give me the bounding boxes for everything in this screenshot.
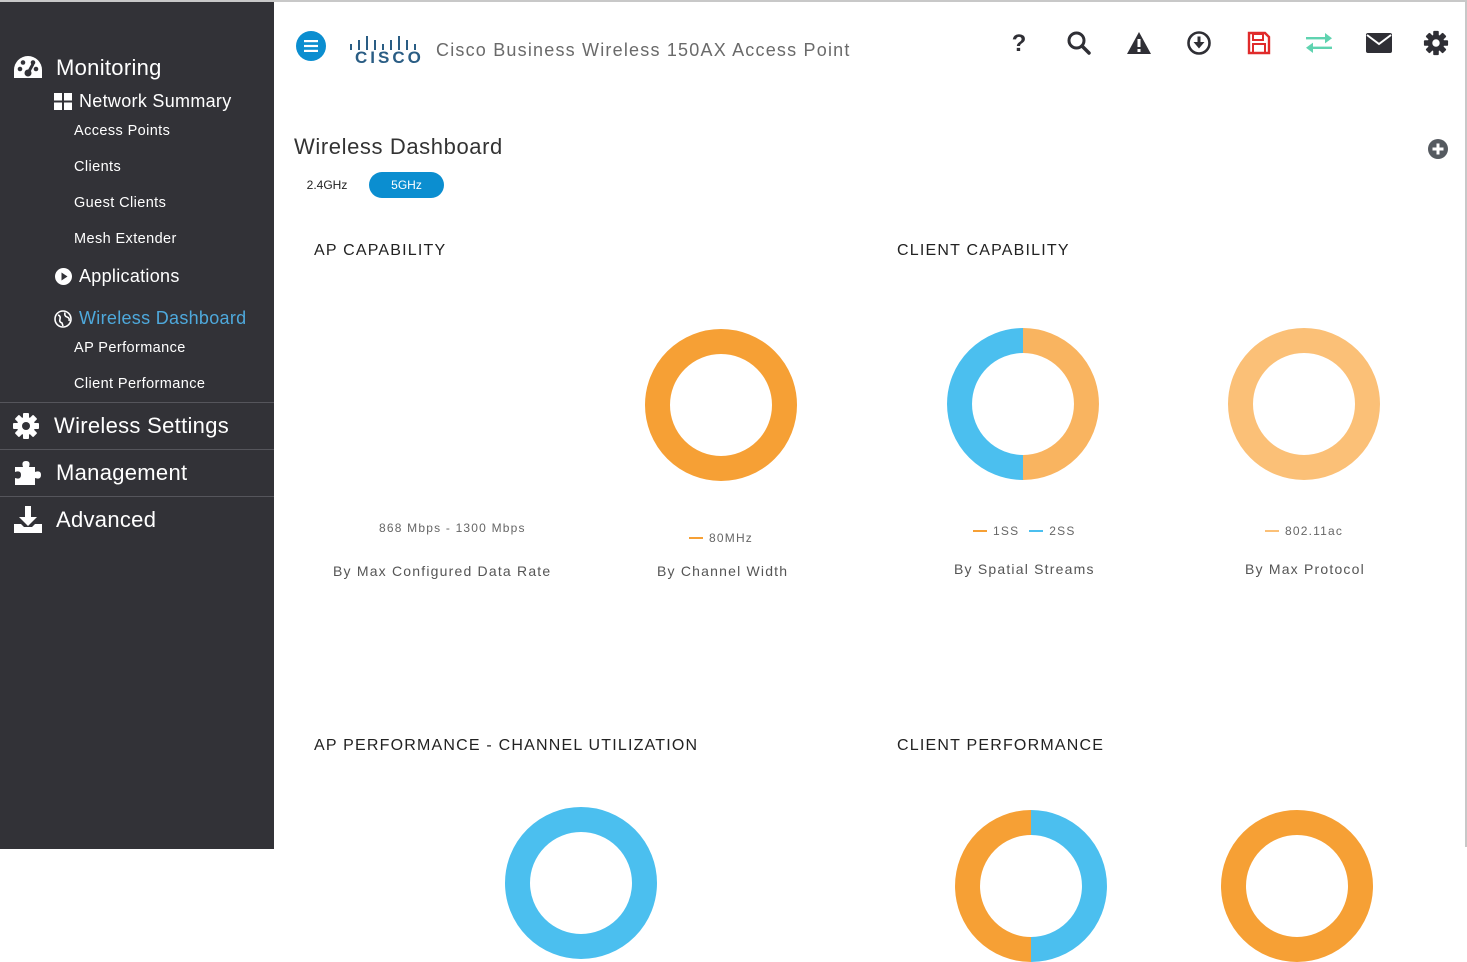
sidebar-item-label: Network Summary: [79, 91, 232, 111]
app-title: Cisco Business Wireless 150AX Access Poi…: [436, 40, 851, 60]
sidebar-item-label: Applications: [79, 266, 180, 286]
legend-swatch: [1029, 530, 1044, 532]
search-icon: [1067, 31, 1091, 55]
legend-swatch: [1265, 530, 1279, 532]
tab-2-4ghz[interactable]: 2.4GHz: [296, 172, 358, 198]
legend-protocol: 802.11ac: [1265, 524, 1343, 538]
alert-icon: [1127, 32, 1151, 54]
grid-icon: [54, 93, 72, 111]
download-icon: [1187, 31, 1211, 55]
puzzle-icon: [12, 457, 44, 489]
caption-channel-width: By Channel Width: [657, 563, 789, 579]
section-title-ap-capability: AP CAPABILITY: [314, 242, 447, 259]
legend-swatch: [973, 530, 987, 532]
search-button[interactable]: [1064, 28, 1094, 58]
legend-swatch: [689, 537, 703, 539]
play-circle-icon: [54, 268, 72, 286]
add-widget-button[interactable]: [1427, 138, 1449, 160]
tab-5ghz[interactable]: 5GHz: [369, 172, 444, 198]
sidebar-item-label: Wireless Settings: [54, 413, 230, 438]
sidebar-item-wireless-settings[interactable]: Wireless Settings: [10, 410, 229, 442]
sidebar-item-label: Monitoring: [56, 55, 162, 80]
section-title-client-performance: CLIENT PERFORMANCE: [897, 737, 1105, 754]
sidebar-item-label: Management: [56, 460, 188, 485]
sidebar-item-label: Wireless Dashboard: [79, 308, 247, 328]
help-button[interactable]: ?: [1004, 28, 1034, 58]
donut-slice: [1221, 810, 1373, 962]
section-title-client-capability: CLIENT CAPABILITY: [897, 242, 1070, 259]
sidebar-item-guest-clients[interactable]: Guest Clients: [74, 195, 166, 211]
donut-slice: [947, 328, 1024, 480]
sidebar-item-applications[interactable]: Applications: [54, 266, 180, 287]
sidebar-item-wireless-dashboard[interactable]: Wireless Dashboard: [54, 308, 246, 329]
donut-slice: [1030, 810, 1107, 962]
legend-label: 1SS: [993, 524, 1020, 538]
dashboard-gauge-icon: [12, 52, 44, 84]
channel-width-donut: [645, 329, 797, 481]
gear-icon: [1423, 30, 1449, 56]
download-button[interactable]: [1184, 28, 1214, 58]
transfer-icon: [1306, 33, 1332, 53]
donut-slice: [1022, 328, 1099, 480]
sidebar-item-label: Advanced: [56, 507, 157, 532]
gear-icon: [10, 410, 42, 442]
app-window: Monitoring Network Summary Access Points…: [0, 0, 1467, 962]
sidebar-item-monitoring[interactable]: Monitoring: [12, 52, 162, 84]
mail-button[interactable]: [1364, 28, 1394, 58]
section-title-ap-performance: AP PERFORMANCE - CHANNEL UTILIZATION: [314, 737, 699, 754]
legend-channel-width: 80MHz: [689, 531, 753, 545]
settings-button[interactable]: [1421, 28, 1451, 58]
sidebar-divider: [0, 402, 274, 403]
sidebar-item-client-performance[interactable]: Client Performance: [74, 376, 205, 392]
save-icon: [1247, 31, 1271, 55]
donut-slice: [955, 810, 1032, 962]
hamburger-menu-button[interactable]: [296, 31, 326, 61]
sidebar-item-management[interactable]: Management: [12, 457, 187, 489]
spatial-streams-donut: [947, 328, 1099, 480]
page-title: Wireless Dashboard: [294, 134, 503, 159]
save-button[interactable]: [1244, 28, 1274, 58]
client-performance-donut: [1221, 810, 1373, 962]
sidebar-divider: [0, 449, 274, 450]
sidebar-item-advanced[interactable]: Advanced: [12, 504, 156, 536]
svg-text:?: ?: [1012, 30, 1027, 56]
sidebar-item-access-points[interactable]: Access Points: [74, 123, 170, 139]
donut-slice: [645, 329, 797, 481]
caption-protocol: By Max Protocol: [1245, 561, 1365, 577]
sidebar: Monitoring Network Summary Access Points…: [0, 2, 274, 849]
sidebar-divider: [0, 496, 274, 497]
client-performance-donut: [955, 810, 1107, 962]
legend-spatial-streams: 1SS 2SS: [973, 524, 1076, 538]
alerts-button[interactable]: [1124, 28, 1154, 58]
sidebar-item-mesh-extender[interactable]: Mesh Extender: [74, 231, 177, 247]
legend-label: 802.11ac: [1285, 524, 1344, 538]
download-tray-icon: [12, 504, 44, 536]
caption-data-rate: By Max Configured Data Rate: [333, 563, 552, 579]
protocol-donut: [1228, 328, 1380, 480]
mail-icon: [1366, 33, 1392, 53]
sidebar-item-clients[interactable]: Clients: [74, 159, 121, 175]
cisco-wordmark: CISCO: [355, 48, 424, 67]
globe-icon: [54, 309, 72, 328]
sidebar-item-ap-performance[interactable]: AP Performance: [74, 340, 186, 356]
hamburger-icon: [304, 40, 318, 52]
legend-label: 2SS: [1049, 524, 1076, 538]
legend-label: 868 Mbps - 1300 Mbps: [379, 521, 526, 535]
legend-label: 80MHz: [709, 531, 754, 545]
channel-utilization-donut: [505, 807, 657, 959]
donut-slice: [1228, 328, 1380, 480]
legend-data-rate: 868 Mbps - 1300 Mbps: [379, 521, 526, 535]
caption-spatial-streams: By Spatial Streams: [954, 561, 1095, 577]
donut-slice: [505, 807, 657, 959]
sidebar-item-network-summary[interactable]: Network Summary: [54, 91, 232, 112]
help-icon: ?: [1012, 30, 1027, 56]
transfer-button[interactable]: [1304, 28, 1334, 58]
